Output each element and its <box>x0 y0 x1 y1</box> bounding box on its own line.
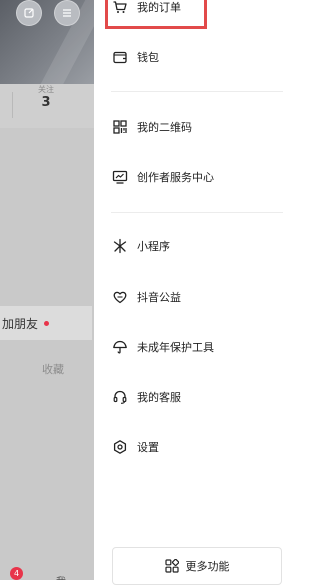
edit-profile-icon[interactable] <box>16 0 42 26</box>
menu-item-qr-code[interactable]: 我的二维码 <box>111 114 283 140</box>
menu-item-label: 创作者服务中心 <box>137 171 214 184</box>
more-features-label: 更多功能 <box>185 560 230 573</box>
grid-icon <box>164 559 179 573</box>
minor-protection-icon <box>111 338 129 356</box>
menu-item-label: 我的二维码 <box>137 121 192 134</box>
follow-label: 关注 <box>38 85 54 94</box>
edit-icon <box>24 8 34 18</box>
menu-item-minor-protection[interactable]: 未成年保护工具 <box>111 334 283 360</box>
red-dot-indicator <box>44 320 50 326</box>
wallet-icon <box>111 48 129 66</box>
mini-program-icon <box>111 237 129 255</box>
selection-highlight <box>105 0 207 29</box>
stats-separator <box>12 92 13 118</box>
qr-code-icon <box>111 118 129 136</box>
menu-item-label: 小程序 <box>137 240 170 253</box>
menu-icon[interactable] <box>54 0 80 26</box>
background-page: 关注 3 加朋友 收藏 4 我 <box>0 0 94 580</box>
menu-item-label: 我的客服 <box>137 391 181 404</box>
menu-item-charity[interactable]: 抖音公益 <box>111 284 283 310</box>
creator-center-icon <box>111 168 129 186</box>
add-friend-label: 加朋友 <box>2 316 39 331</box>
menu-divider <box>111 91 283 92</box>
menu-item-settings[interactable]: 设置 <box>111 434 283 460</box>
hamburger-icon <box>63 9 71 17</box>
menu-item-mini-program[interactable]: 小程序 <box>111 233 283 259</box>
notification-badge: 4 <box>10 567 23 580</box>
add-friend-button[interactable]: 加朋友 <box>0 306 92 340</box>
menu-item-wallet[interactable]: 钱包 <box>111 44 283 70</box>
menu-item-label: 未成年保护工具 <box>137 341 214 354</box>
more-features-button[interactable]: 更多功能 <box>112 547 282 585</box>
profile-header-background <box>0 0 94 117</box>
headset-icon <box>111 388 129 406</box>
menu-item-label: 设置 <box>137 441 159 454</box>
collection-tab[interactable]: 收藏 <box>42 361 64 377</box>
menu-item-label: 抖音公益 <box>137 291 181 304</box>
menu-divider <box>111 212 283 213</box>
menu-item-customer-service[interactable]: 我的客服 <box>111 384 283 410</box>
menu-item-creator-center[interactable]: 创作者服务中心 <box>111 164 283 190</box>
side-drawer: 我的订单 钱包 我的二维码 创作者服务中心 小程序 抖音公益 未成年保护工具 我… <box>94 0 290 585</box>
follow-stats[interactable]: 关注 3 <box>0 84 94 128</box>
charity-heart-icon <box>111 288 129 306</box>
bottom-tab-me[interactable]: 我 <box>56 573 66 580</box>
menu-item-label: 钱包 <box>137 51 159 64</box>
follow-count: 3 <box>41 95 51 110</box>
settings-icon <box>111 438 129 456</box>
